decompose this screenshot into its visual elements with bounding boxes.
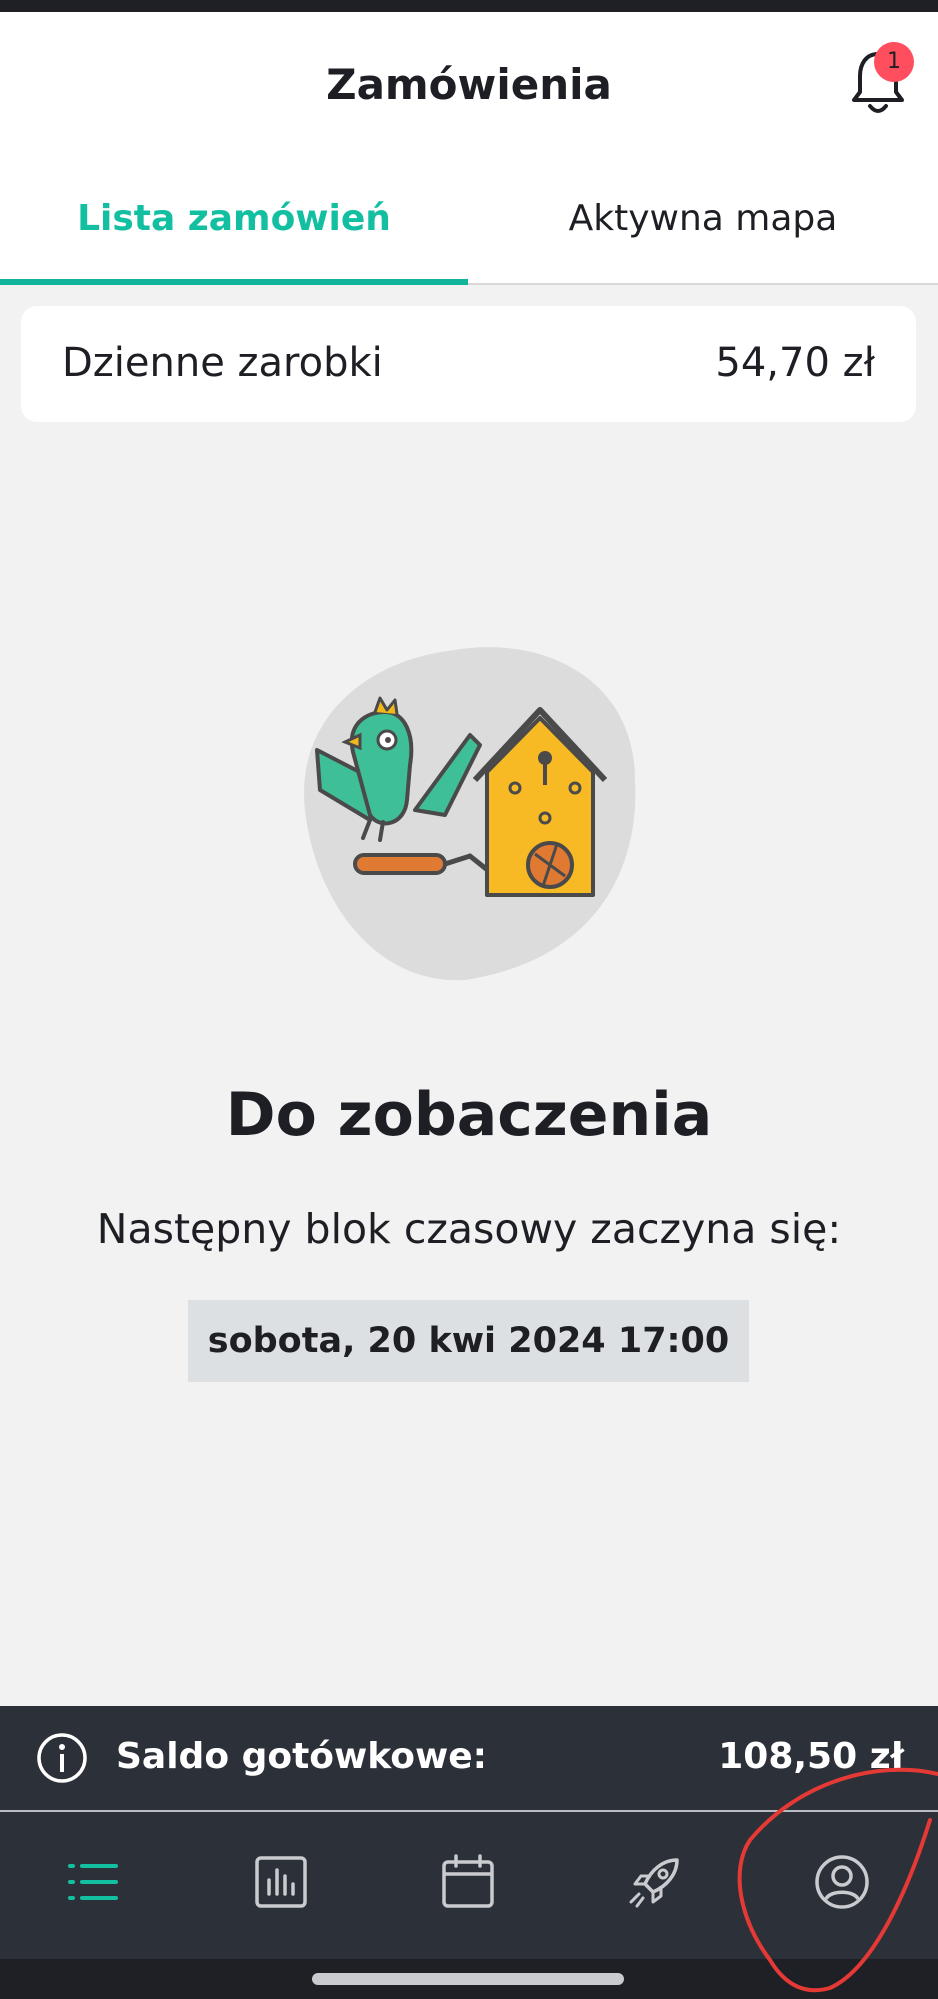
cash-balance-label: Saldo gotówkowe: — [116, 1736, 488, 1777]
next-slot-caption: Następny blok czasowy zaczyna się: — [96, 1205, 842, 1253]
info-icon[interactable] — [36, 1732, 88, 1784]
bar-chart-icon[interactable] — [251, 1852, 311, 1912]
user-circle-icon[interactable] — [812, 1852, 872, 1912]
cuckoo-clock-bird-illustration — [304, 647, 636, 981]
status-strip — [0, 0, 938, 12]
app-header: Zamówienia — [0, 12, 938, 157]
tab-orders-list[interactable]: Lista zamówień — [0, 157, 468, 281]
notification-badge: 1 — [874, 42, 914, 82]
daily-earnings-label: Dzienne zarobki — [62, 340, 383, 386]
calendar-icon[interactable] — [438, 1852, 498, 1912]
daily-earnings-value: 54,70 zł — [715, 340, 875, 386]
tab-bar: Lista zamówień Aktywna mapa — [0, 157, 938, 285]
tab-active-map[interactable]: Aktywna mapa — [468, 157, 938, 281]
rocket-icon[interactable] — [625, 1852, 685, 1912]
home-indicator[interactable] — [312, 1973, 624, 1985]
next-slot-datetime: sobota, 20 kwi 2024 17:00 — [188, 1300, 749, 1382]
daily-earnings-card: Dzienne zarobki 54,70 zł — [21, 306, 916, 422]
home-indicator-area — [0, 1959, 938, 1999]
cash-balance-bar[interactable]: Saldo gotówkowe: 108,50 zł — [0, 1706, 938, 1812]
active-tab-indicator — [0, 279, 468, 285]
bottom-navigation — [0, 1812, 938, 1959]
cash-balance-value: 108,50 zł — [718, 1736, 904, 1777]
list-icon[interactable] — [64, 1852, 124, 1912]
page-title: Zamówienia — [326, 60, 612, 109]
empty-state-headline: Do zobaczenia — [225, 1080, 713, 1150]
